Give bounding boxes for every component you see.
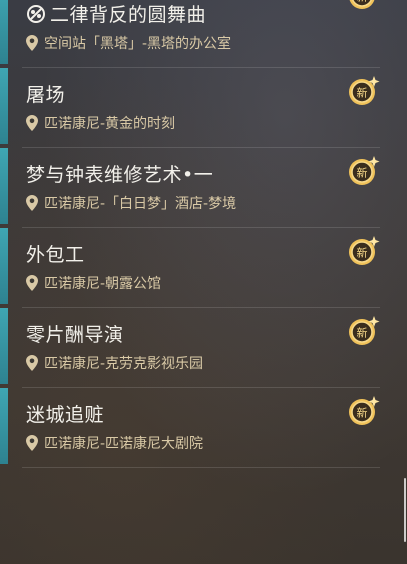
new-badge-label: 新 (357, 86, 368, 100)
quest-item[interactable]: 梦与钟表维修艺术•一 匹诺康尼-「白日梦」酒店-梦境 新 (0, 148, 380, 228)
quest-title: 屠场 (26, 84, 66, 106)
new-badge-icon: 新 (346, 154, 380, 188)
quest-location: 匹诺康尼-克劳克影视乐园 (26, 353, 203, 373)
quest-location: 匹诺康尼-黄金的时刻 (26, 113, 175, 133)
quest-location-text: 匹诺康尼-黄金的时刻 (44, 116, 176, 132)
quest-item[interactable]: 外包工 匹诺康尼-朝露公馆 新 (0, 228, 380, 308)
quest-location: 匹诺康尼-「白日梦」酒店-梦境 (26, 193, 236, 213)
quest-title: 迷城追赃 (26, 404, 105, 426)
new-badge-icon: 新 (346, 394, 380, 428)
location-pin-icon (26, 435, 38, 451)
new-badge-icon: 新 (346, 74, 380, 108)
quest-accent-bar (0, 68, 8, 144)
new-badge-icon: 新 (346, 314, 380, 348)
quest-item[interactable]: 屠场 匹诺康尼-黄金的时刻 新 (0, 68, 380, 148)
new-badge-label: 新 (357, 246, 368, 260)
list-divider (22, 467, 380, 468)
location-pin-icon (26, 195, 38, 211)
location-pin-icon (26, 355, 38, 371)
quest-location-text: 匹诺康尼-「白日梦」酒店-梦境 (44, 196, 237, 212)
quest-location-text: 匹诺康尼-匹诺康尼大剧院 (44, 436, 204, 452)
quest-accent-bar (0, 308, 8, 384)
new-badge-label: 新 (357, 326, 368, 340)
quest-accent-bar (0, 388, 8, 464)
new-badge-label: 新 (357, 0, 368, 4)
new-badge-icon: 新 (346, 0, 380, 12)
new-badge-label: 新 (357, 406, 368, 420)
quest-item[interactable]: 二律背反的圆舞曲 空间站「黑塔」-黑塔的办公室 新 (0, 0, 380, 68)
quest-item[interactable]: 迷城追赃 匹诺康尼-匹诺康尼大剧院 新 (0, 388, 380, 468)
quest-title: 外包工 (26, 244, 85, 266)
quest-title: 零片酬导演 (26, 324, 124, 346)
quest-title: 梦与钟表维修艺术•一 (26, 164, 214, 186)
quest-accent-bar (0, 228, 8, 304)
new-badge-icon: 新 (346, 234, 380, 268)
quest-title: 二律背反的圆舞曲 (26, 0, 206, 27)
quest-location: 匹诺康尼-朝露公馆 (26, 273, 161, 293)
quest-title-text: 二律背反的圆舞曲 (50, 4, 207, 26)
scrollbar-thumb[interactable] (404, 478, 406, 542)
location-pin-icon (26, 115, 38, 131)
quest-list-panel: 二律背反的圆舞曲 空间站「黑塔」-黑塔的办公室 新 屠场 匹诺康尼-黄 (0, 0, 407, 564)
quest-location: 空间站「黑塔」-黑塔的办公室 (26, 33, 231, 53)
quest-item[interactable]: 零片酬导演 匹诺康尼-克劳克影视乐园 新 (0, 308, 380, 388)
quest-location-text: 空间站「黑塔」-黑塔的办公室 (44, 36, 232, 52)
new-badge-label: 新 (357, 166, 368, 180)
location-pin-icon (26, 275, 38, 291)
quest-type-icon (27, 5, 45, 23)
quest-accent-bar (0, 148, 8, 224)
location-pin-icon (26, 35, 38, 51)
quest-location: 匹诺康尼-匹诺康尼大剧院 (26, 433, 203, 453)
quest-location-text: 匹诺康尼-朝露公馆 (44, 276, 162, 292)
quest-location-text: 匹诺康尼-克劳克影视乐园 (44, 356, 204, 372)
quest-accent-bar (0, 0, 8, 64)
